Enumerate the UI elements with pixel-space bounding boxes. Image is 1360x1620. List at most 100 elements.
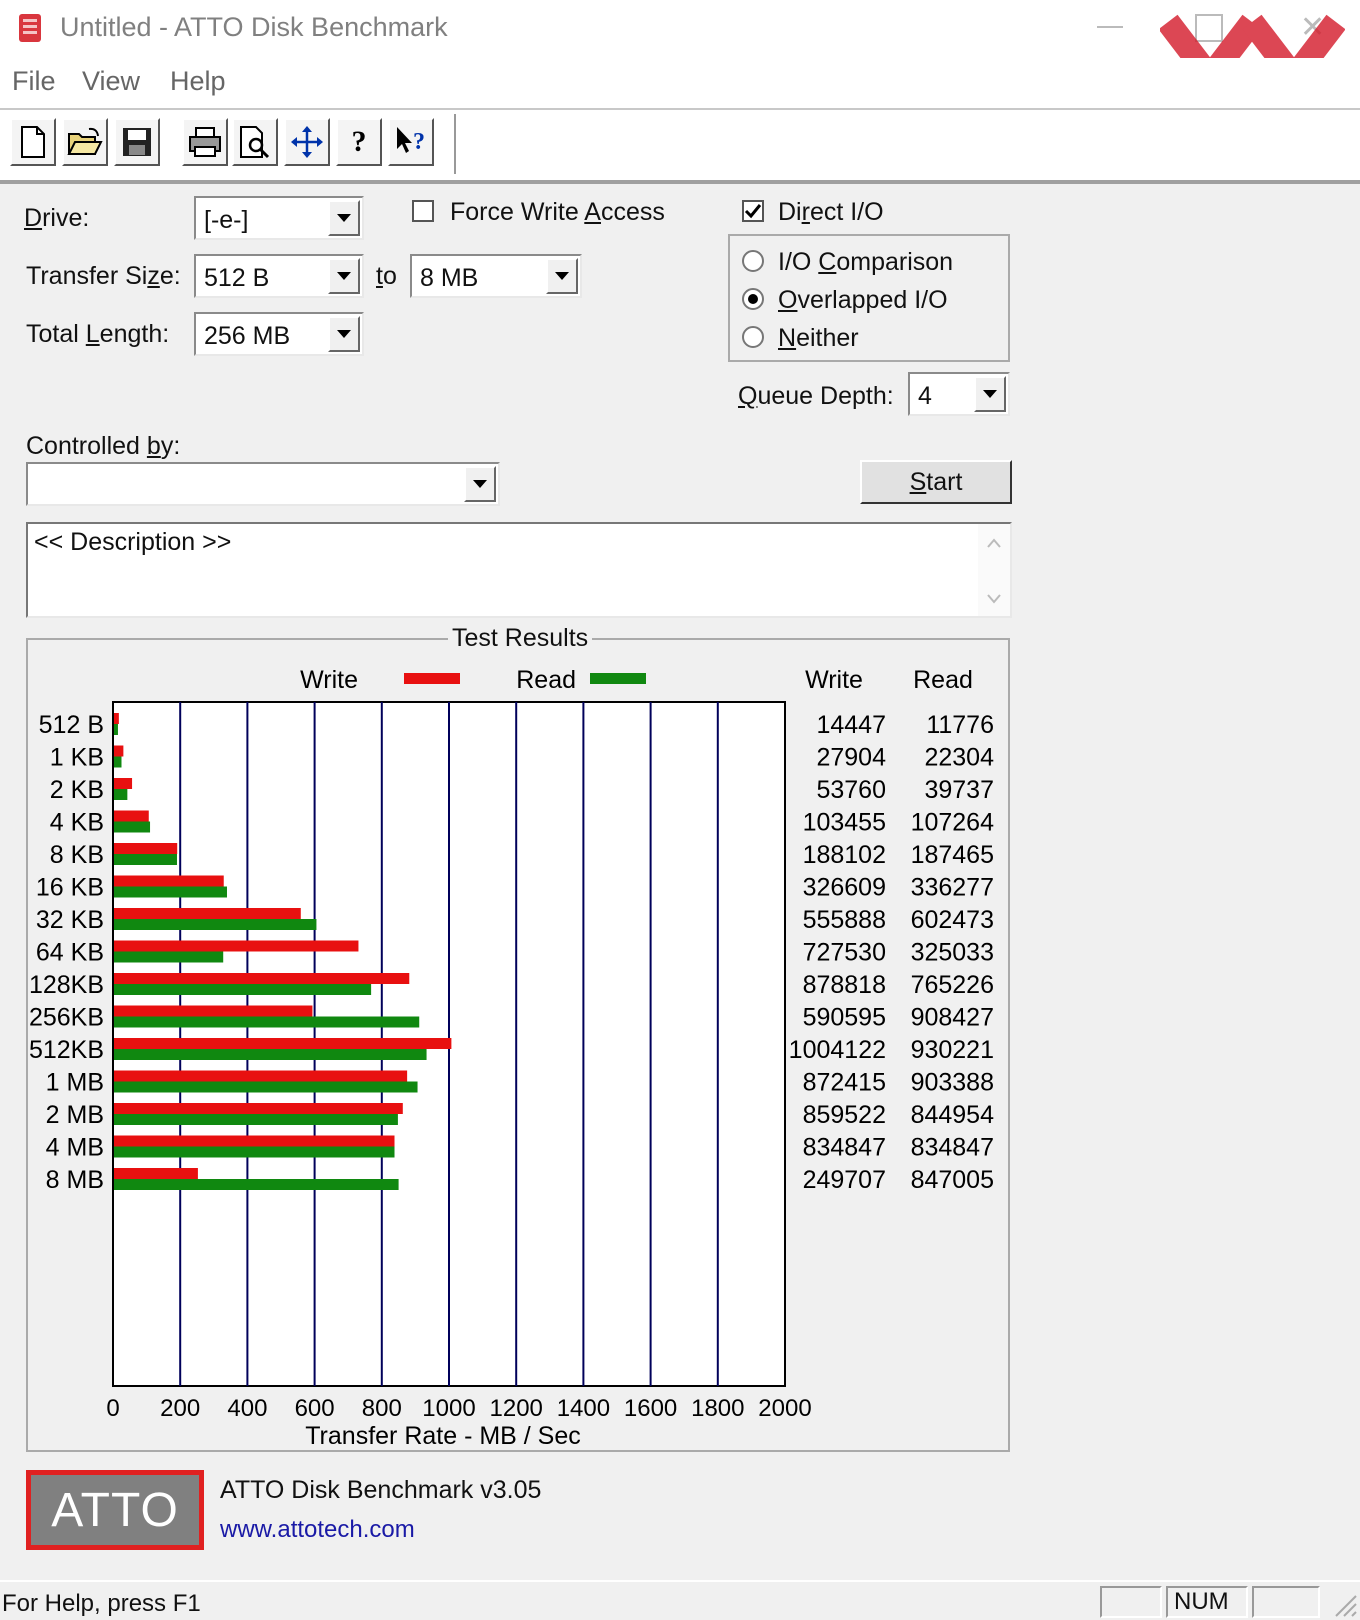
x-tick-label: 1400 [557,1395,610,1422]
category-label: 4 MB [46,1134,104,1162]
atto-logo: ATTO [26,1470,204,1550]
write-bar [114,778,133,789]
x-tick-label: 1200 [490,1395,543,1422]
value-table: 14447 11776 27904 22304 53760 39737 103455 1072… [789,711,994,1194]
status-pane-empty [1100,1586,1162,1618]
read-value: 187465 [911,841,994,869]
read-bar [114,984,372,995]
read-value: 11776 [926,711,994,739]
x-tick-label: 1600 [624,1395,677,1422]
write-bar [114,1005,313,1017]
read-bar [114,1049,427,1060]
read-value: 22304 [924,744,994,772]
write-column-header: Write [805,666,863,694]
read-bar [114,1179,399,1190]
category-label: 512 B [39,711,104,739]
x-tick-label: 200 [160,1395,200,1422]
read-value: 336277 [911,874,994,902]
read-bar [114,756,122,768]
x-tick-label: 400 [227,1395,267,1422]
legend-read-label: Read [516,666,576,694]
read-bar [114,821,151,833]
x-tick-label: 1800 [691,1395,744,1422]
chart-legend: Write Read [300,666,646,694]
write-value: 872415 [803,1069,886,1097]
category-label: 32 KB [36,906,104,934]
write-bar [114,843,178,854]
status-help-text: For Help, press F1 [2,1590,201,1617]
legend-read-swatch [590,673,646,684]
write-bar [114,1070,408,1082]
legend-write-label: Write [300,666,358,694]
read-bar [114,1016,420,1028]
write-value: 53760 [816,776,886,804]
website-link[interactable]: www.attotech.com [220,1516,415,1544]
x-tick-label: 600 [295,1395,335,1422]
write-bar [114,1168,198,1179]
category-label: 2 MB [46,1101,104,1129]
category-label: 8 KB [50,841,104,869]
write-value: 878818 [803,971,886,999]
write-bar [114,908,301,919]
product-version: ATTO Disk Benchmark v3.05 [220,1476,542,1504]
read-bar [114,951,224,963]
write-value: 727530 [803,939,886,967]
write-value: 834847 [803,1134,886,1162]
category-label: 2 KB [50,776,104,804]
read-value: 834847 [911,1134,994,1162]
write-value: 1004122 [789,1036,886,1064]
read-value: 847005 [911,1166,994,1194]
x-axis-label: Transfer Rate - MB / Sec [305,1422,581,1450]
category-label: 512KB [29,1036,104,1064]
x-tick-label: 800 [362,1395,402,1422]
write-value: 555888 [803,906,886,934]
write-value: 14447 [816,711,886,739]
write-bar [114,940,359,952]
status-pane-empty [1252,1586,1320,1618]
x-tick-label: 0 [106,1395,119,1422]
category-label: 1 MB [46,1069,104,1097]
write-value: 249707 [803,1166,886,1194]
read-column-header: Read [913,666,973,694]
read-value: 903388 [911,1069,994,1097]
write-bar [114,1103,403,1114]
write-value: 859522 [803,1101,886,1129]
read-value: 765226 [911,971,994,999]
category-label: 64 KB [36,939,104,967]
read-bar [114,854,177,865]
category-label: 16 KB [36,874,104,902]
write-value: 27904 [816,744,886,772]
read-value: 602473 [911,906,994,934]
legend-write-swatch [404,673,460,684]
write-bar [114,875,224,887]
x-tick-label: 2000 [758,1395,811,1422]
read-value: 107264 [911,809,995,837]
write-value: 590595 [803,1004,886,1032]
write-bar [114,1135,395,1147]
read-bar [114,886,227,898]
read-bar [114,1146,395,1158]
write-bar [114,973,410,984]
resize-grip-icon[interactable] [1330,1590,1358,1618]
x-tick-labels: 0 200 400 600 800 1000 1200 1400 1600 1800 2000 [106,1395,811,1422]
category-label: 4 KB [50,809,104,837]
results-chart: Write Read Write Read 512 B 1 KB 2 KB 4 KB 8… [29,666,994,1450]
category-labels: 512 B 1 KB 2 KB 4 KB 8 KB 16 KB 32 KB 64 KB 128K… [29,711,104,1194]
read-bar [114,1081,418,1093]
read-bar [114,789,128,800]
category-label: 128KB [29,971,104,999]
write-value: 326609 [803,874,886,902]
category-label: 8 MB [46,1166,104,1194]
read-value: 930221 [911,1036,994,1064]
write-bar [114,745,124,757]
write-bar [114,713,119,724]
write-value: 103455 [803,809,886,837]
read-bar [114,724,118,735]
category-label: 1 KB [50,744,104,772]
category-label: 256KB [29,1004,104,1032]
status-num: NUM [1166,1586,1248,1618]
read-value: 39737 [924,776,994,804]
x-tick-label: 1000 [422,1395,475,1422]
write-value: 188102 [803,841,886,869]
write-bar [114,810,149,822]
